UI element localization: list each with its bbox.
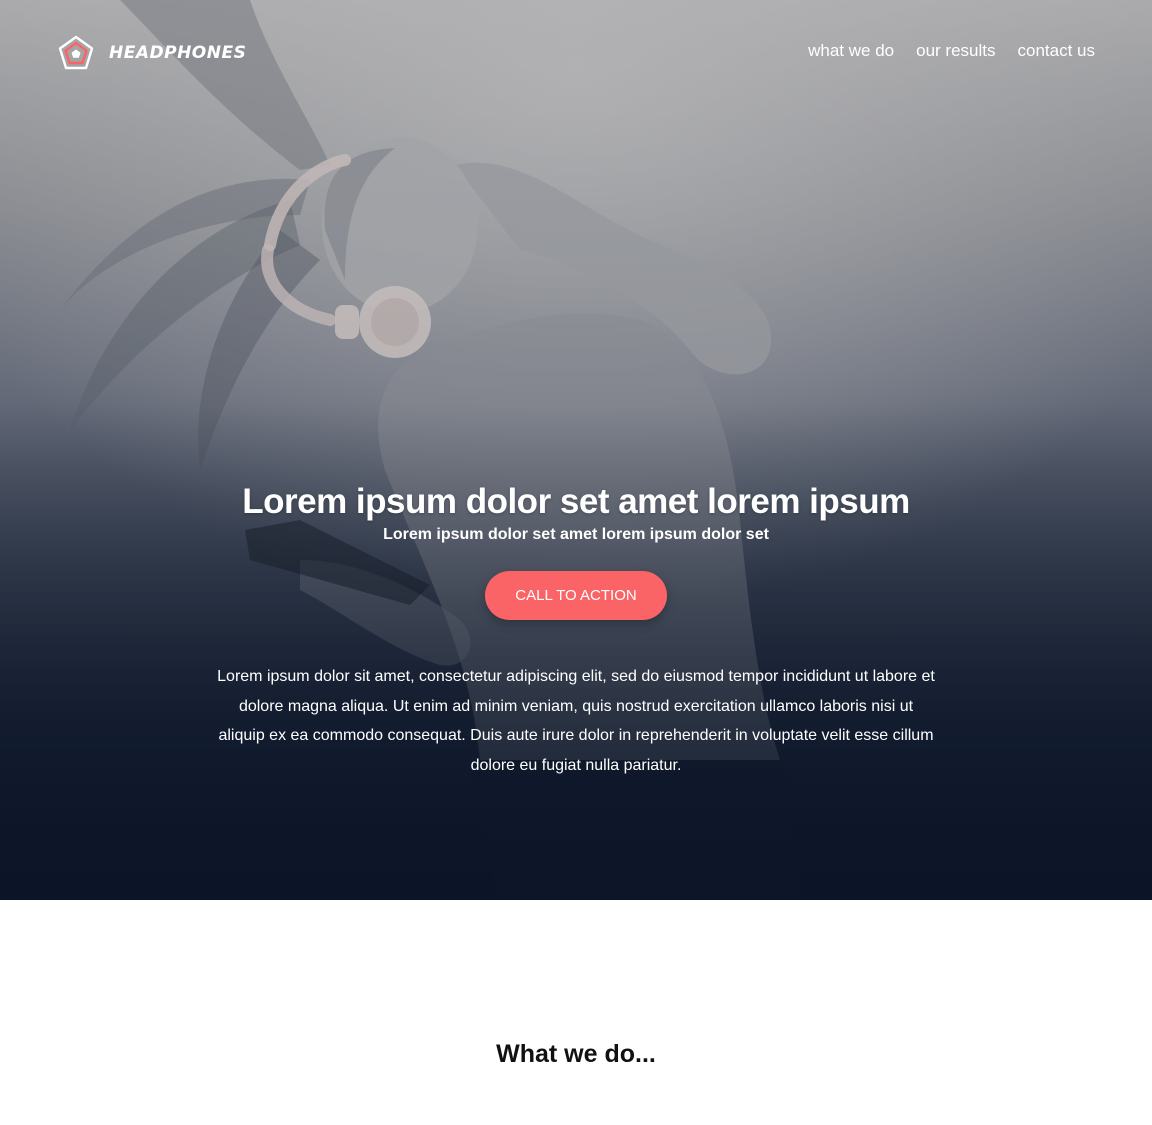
call-to-action-button[interactable]: CALL TO ACTION: [485, 571, 667, 620]
nav-links: what we do our results contact us: [808, 41, 1095, 61]
hero-content: Lorem ipsum dolor set amet lorem ipsum L…: [0, 478, 1152, 780]
hero-body-text: Lorem ipsum dolor sit amet, consectetur …: [217, 668, 935, 774]
nav-link-our-results[interactable]: our results: [916, 41, 995, 61]
pentagon-logo-icon: [58, 35, 94, 70]
brand-logo-link[interactable]: HEADPHONES: [58, 35, 246, 71]
section-title: What we do...: [496, 1040, 656, 1068]
hero-subtitle: Lorem ipsum dolor set amet lorem ipsum d…: [383, 526, 769, 543]
hero-title: Lorem ipsum dolor set amet lorem ipsum: [242, 482, 910, 521]
nav-link-what-we-do[interactable]: what we do: [808, 41, 894, 61]
hero-section: HEADPHONES what we do our results contac…: [0, 0, 1152, 900]
what-we-do-section: What we do...: [0, 900, 1152, 1125]
brand-name: HEADPHONES: [109, 43, 247, 63]
top-navigation: HEADPHONES what we do our results contac…: [0, 0, 1152, 106]
nav-link-contact-us[interactable]: contact us: [1018, 41, 1096, 61]
